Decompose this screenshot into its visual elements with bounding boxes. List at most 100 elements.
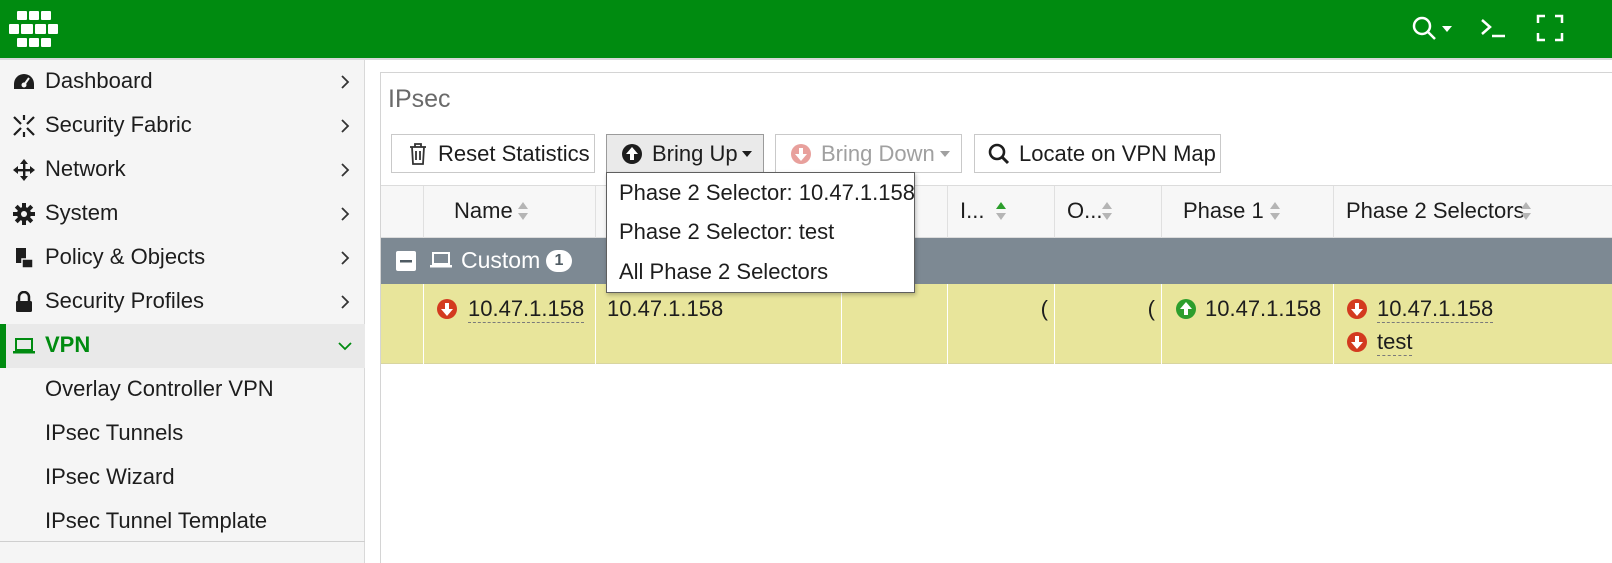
sidebar-item-security-profiles[interactable]: Security Profiles [0,280,365,324]
column-label: Phase 1 [1183,198,1264,223]
phase2-selector-link[interactable]: test [1377,329,1413,356]
sidebar-subitem-label: IPsec Tunnels [45,420,184,445]
cell-outgoing-data: ( [1054,284,1161,364]
column-label: Phase 2 Selectors [1346,198,1525,223]
table-header: Name I... O... Phase 1 Phase 2 Selectors [381,185,1612,238]
bring-up-button[interactable]: Bring Up [606,134,764,173]
sort-icon[interactable] [1101,201,1113,221]
cell-phase1: 10.47.1.158 [1161,284,1333,364]
sidebar: Dashboard Security Fabric Network System… [0,60,365,563]
fortinet-logo-icon[interactable] [9,11,58,47]
sidebar-item-label: Policy & Objects [45,244,206,269]
sidebar-item-label: Dashboard [45,68,153,93]
sidebar-subitem-ipsec-wizard[interactable]: IPsec Wizard [0,456,365,500]
sidebar-item-label: VPN [45,332,91,357]
arrow-up-circle-icon [621,143,643,165]
incoming-data-text: ( [1040,296,1048,321]
dashboard-icon [12,71,36,93]
group-label: Custom [461,247,541,273]
cell-phase2-selectors: 10.47.1.158 test [1333,284,1612,364]
sidebar-subitem-label: IPsec Tunnel Template [45,508,268,533]
sidebar-item-policy-objects[interactable]: Policy & Objects [0,236,365,280]
sidebar-item-network[interactable]: Network [0,148,365,192]
sort-icon[interactable] [1269,201,1281,221]
chevron-right-icon [341,295,350,309]
sidebar-item-system[interactable]: System [0,192,365,236]
sidebar-subitem-ipsec-tunnel-template[interactable]: IPsec Tunnel Template [0,500,365,544]
locate-on-vpn-map-button[interactable]: Locate on VPN Map [974,134,1221,173]
laptop-icon [430,252,452,268]
sidebar-item-security-fabric[interactable]: Security Fabric [0,104,365,148]
status-down-icon [1347,299,1367,319]
laptop-icon [12,335,36,357]
gear-icon [12,203,36,225]
search-icon[interactable] [1411,14,1455,42]
group-header-row[interactable]: Custom 1 [381,238,1612,284]
button-label: Bring Down [821,141,935,166]
column-header-name[interactable]: Name [423,186,595,238]
phase1-text: 10.47.1.158 [1205,296,1322,321]
bring-down-button[interactable]: Bring Down [775,134,962,173]
column-header-phase1[interactable]: Phase 1 [1161,186,1333,238]
caret-down-icon [940,151,950,157]
chevron-right-icon [341,251,350,265]
status-up-icon [1176,299,1196,319]
chevron-right-icon [341,75,350,89]
status-down-icon [1347,332,1367,352]
column-label: O... [1067,198,1103,223]
sidebar-item-vpn[interactable]: VPN [0,324,365,368]
column-label: I... [960,198,985,223]
sort-icon[interactable] [1520,201,1532,221]
cli-console-icon[interactable] [1479,14,1507,42]
sidebar-subitem-overlay-controller-vpn[interactable]: Overlay Controller VPN [0,368,365,412]
menu-item-phase2-selector-test[interactable]: Phase 2 Selector: test [619,219,834,255]
sidebar-subitem-label: IPsec Wizard [45,464,175,489]
active-indicator [0,324,6,368]
caret-down-icon [742,151,752,157]
lock-icon [12,291,36,313]
column-header-phase2-selectors[interactable]: Phase 2 Selectors [1333,186,1612,238]
divider [0,541,365,542]
reset-statistics-button[interactable]: Reset Statistics [391,134,595,173]
sidebar-subitem-ipsec-tunnels[interactable]: IPsec Tunnels [0,412,365,456]
top-bar [0,0,1612,58]
tunnel-name-link[interactable]: 10.47.1.158 [468,296,585,323]
column-header-incoming-data[interactable]: I... [947,186,1054,238]
sidebar-item-label: Network [45,156,126,181]
sidebar-subitem-label: Overlay Controller VPN [45,376,274,401]
cell-remote-gateway: 10.47.1.158 [595,284,841,364]
sort-ascending-icon[interactable] [995,201,1007,221]
status-down-icon [437,299,457,319]
column-header-outgoing-data[interactable]: O... [1054,186,1161,238]
fullscreen-icon[interactable] [1536,14,1564,42]
column-label: Name [454,198,513,223]
phase2-selector-link[interactable]: 10.47.1.158 [1377,296,1494,323]
menu-item-phase2-selector-ip[interactable]: Phase 2 Selector: 10.47.1.158 [619,180,915,216]
network-icon [12,159,36,181]
security-fabric-icon [12,115,36,137]
button-label: Locate on VPN Map [1019,141,1216,166]
table-row[interactable]: 10.47.1.158 10.47.1.158 ( ( 10.47.1.158 … [381,284,1612,364]
bring-up-dropdown-menu: Phase 2 Selector: 10.47.1.158 Phase 2 Se… [606,172,915,293]
remote-gateway-text: 10.47.1.158 [607,296,724,321]
sidebar-item-label: System [45,200,119,225]
policy-icon [12,247,36,269]
sidebar-item-dashboard[interactable]: Dashboard [0,60,365,104]
chevron-right-icon [341,207,350,221]
search-icon [988,143,1010,165]
chevron-right-icon [341,119,350,133]
chevron-down-icon [338,342,352,351]
trash-icon [407,143,429,165]
collapse-icon[interactable] [395,250,417,272]
chevron-right-icon [341,163,350,177]
menu-item-all-phase2-selectors[interactable]: All Phase 2 Selectors [619,259,828,295]
sort-icon[interactable] [517,201,529,221]
cell-peer-id [841,284,947,364]
cell-incoming-data: ( [947,284,1054,364]
cell-name: 10.47.1.158 [423,284,595,364]
sidebar-item-label: Security Fabric [45,112,192,137]
button-label: Bring Up [652,141,738,166]
button-label: Reset Statistics [438,141,590,166]
page-title: IPsec [388,85,451,113]
outgoing-data-text: ( [1147,296,1155,321]
